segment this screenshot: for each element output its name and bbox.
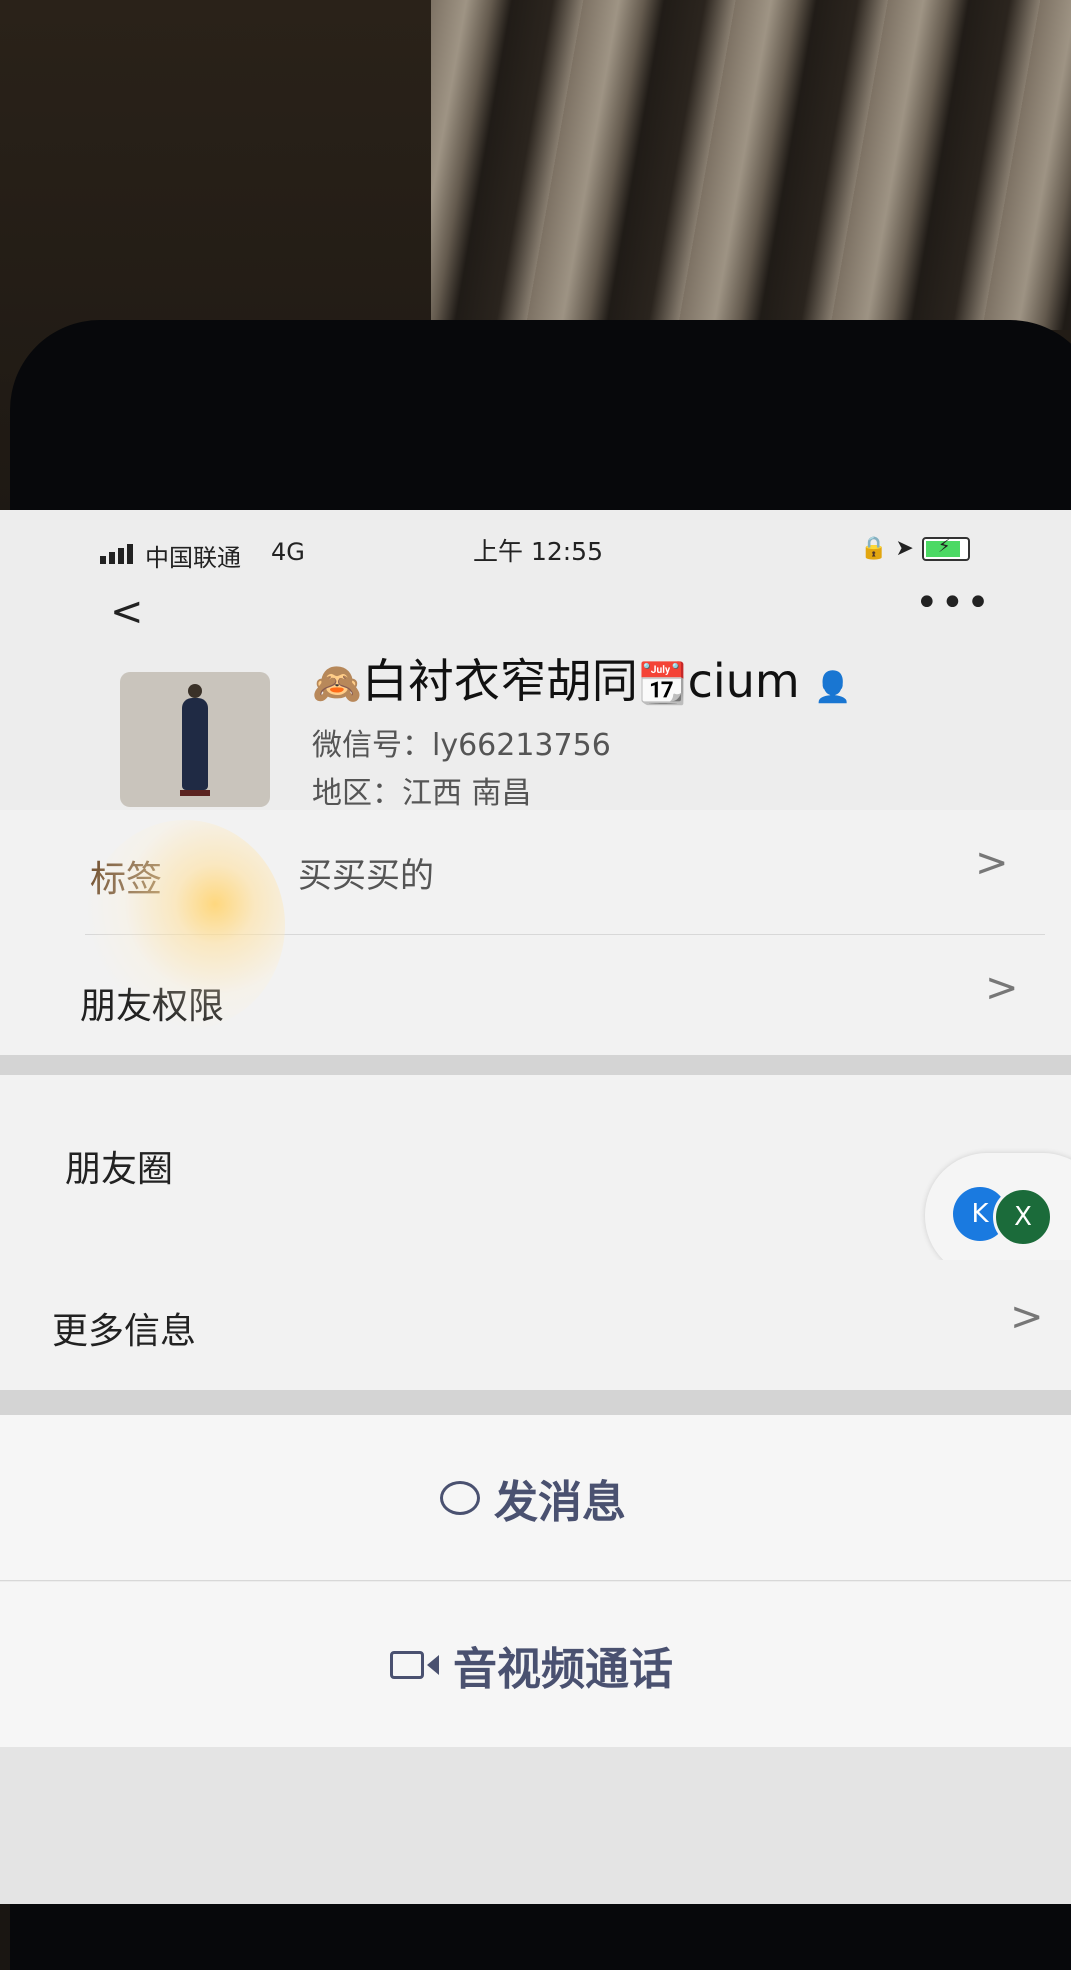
chevron-right-icon: >	[975, 840, 1009, 886]
name-text: 白衬衣窄胡同	[361, 654, 638, 708]
video-camera-icon	[390, 1650, 439, 1679]
contact-profile-screen: 中国联通 4G 上午 12:55 🔒 ➤ ⚡ < ••• 🙈白衬衣窄胡同📆ciu…	[0, 510, 1071, 1904]
moments-label: 朋友圈	[65, 1149, 174, 1190]
friend-permissions-label: 朋友权限	[80, 986, 225, 1027]
region: 地区：江西 南昌	[312, 776, 532, 811]
chat-bubble-icon	[440, 1480, 480, 1515]
section-gap	[0, 1390, 1071, 1415]
wechat-id: 微信号：ly66213756	[312, 728, 611, 763]
video-call-button[interactable]: 音视频通话	[0, 1582, 1071, 1747]
send-message-button[interactable]: 发消息	[0, 1415, 1071, 1580]
video-call-label: 音视频通话	[453, 1643, 673, 1695]
more-info-row[interactable]: 更多信息 >	[0, 1260, 1071, 1390]
chevron-right-icon: >	[985, 965, 1019, 1011]
chevron-right-icon: >	[1010, 1294, 1044, 1340]
more-info-label: 更多信息	[52, 1311, 197, 1352]
name-suffix: cium	[687, 654, 800, 708]
avatar[interactable]	[120, 672, 270, 807]
display-name: 🙈白衬衣窄胡同📆cium 👤	[312, 645, 852, 711]
send-message-label: 发消息	[494, 1476, 626, 1528]
bottom-gap	[0, 1747, 1071, 1904]
divider	[0, 1580, 1071, 1581]
background-curtain	[431, 0, 1071, 330]
moments-row[interactable]: 朋友圈 K X	[0, 1075, 1071, 1278]
calendar-emoji-icon: 📆	[637, 661, 688, 707]
contact-gender-icon: 👤	[814, 670, 852, 705]
friend-permissions-row[interactable]: 朋友权限 >	[0, 935, 1071, 1055]
profile-header: 🙈白衬衣窄胡同📆cium 👤 微信号：ly66213756 地区：江西 南昌	[0, 510, 1071, 811]
tags-value: 买买买的	[298, 856, 434, 896]
tags-label: 标签	[90, 859, 163, 900]
section-gap	[0, 1055, 1071, 1075]
monkey-emoji-icon: 🙈	[312, 661, 362, 707]
tags-row[interactable]: 标签 买买买的 >	[0, 810, 1071, 935]
app-x-icon[interactable]: X	[993, 1187, 1053, 1247]
